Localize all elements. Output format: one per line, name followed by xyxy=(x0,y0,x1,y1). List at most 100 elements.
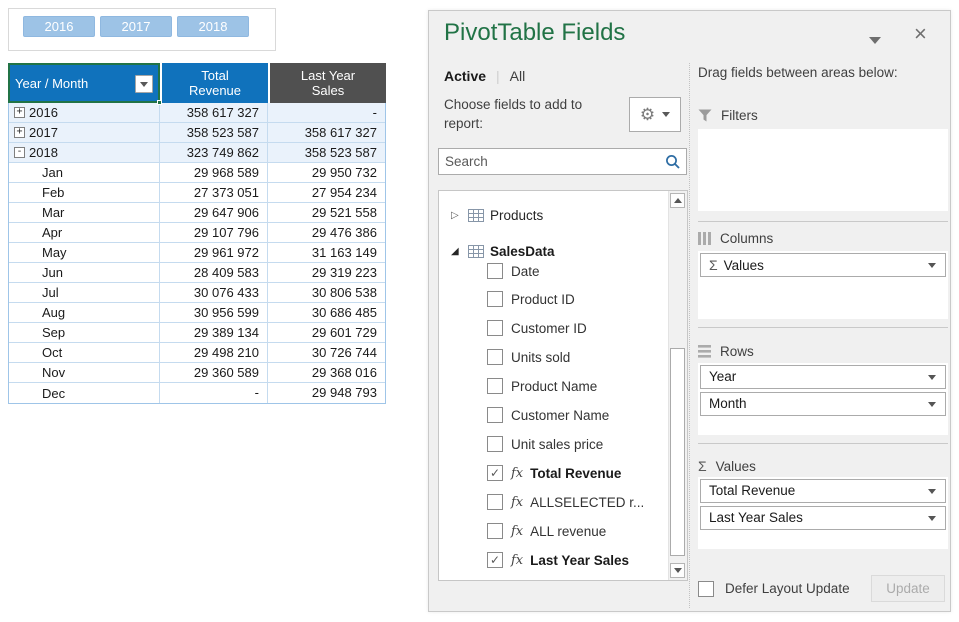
search-input[interactable] xyxy=(439,149,686,174)
total-revenue-header-cell[interactable]: Total Revenue xyxy=(160,63,268,103)
row-label-cell[interactable]: Jul xyxy=(9,283,160,302)
row-label-cell[interactable]: Nov xyxy=(9,363,160,382)
checkbox[interactable] xyxy=(487,436,503,452)
revenue-cell[interactable]: 29 360 589 xyxy=(160,363,268,382)
rows-pill-month[interactable]: Month xyxy=(700,392,946,416)
checkbox[interactable] xyxy=(487,523,503,539)
search-icon[interactable] xyxy=(665,154,681,170)
fill-handle[interactable] xyxy=(157,100,162,105)
values-pill-total-revenue[interactable]: Total Revenue xyxy=(700,479,946,503)
last-year-cell[interactable]: 31 163 149 xyxy=(268,243,385,262)
last-year-cell[interactable]: 29 521 558 xyxy=(268,203,385,222)
last-year-cell[interactable]: 30 686 485 xyxy=(268,303,385,322)
row-label-cell[interactable]: Aug xyxy=(9,303,160,322)
filter-dropdown-button[interactable] xyxy=(135,75,153,93)
field-list-scrollbar[interactable] xyxy=(668,191,687,580)
revenue-cell[interactable]: 30 956 599 xyxy=(160,303,268,322)
field-group-salesdata[interactable]: ◢ SalesData xyxy=(439,240,669,262)
chevron-down-icon[interactable] xyxy=(928,263,936,268)
chevron-down-icon[interactable] xyxy=(928,402,936,407)
filters-drop-area[interactable] xyxy=(698,129,948,211)
field-item-customer-name[interactable]: Customer Name xyxy=(439,404,669,426)
collapse-toggle-icon[interactable]: - xyxy=(14,147,25,158)
values-drop-area[interactable]: Total Revenue Last Year Sales xyxy=(698,477,948,549)
revenue-cell[interactable]: 29 389 134 xyxy=(160,323,268,342)
columns-drop-area[interactable]: ΣValues xyxy=(698,251,948,319)
row-label-cell[interactable]: Dec xyxy=(9,383,160,403)
slicer-button-2016[interactable]: 2016 xyxy=(23,16,95,37)
pane-options-chevron-icon[interactable] xyxy=(869,37,881,44)
revenue-cell[interactable]: 29 647 906 xyxy=(160,203,268,222)
tab-active[interactable]: Active xyxy=(444,68,486,84)
last-year-cell[interactable]: 29 368 016 xyxy=(268,363,385,382)
last-year-sales-header-cell[interactable]: Last Year Sales xyxy=(268,63,386,103)
collapsed-triangle-icon[interactable]: ▷ xyxy=(451,210,461,221)
checkbox[interactable] xyxy=(487,378,503,394)
row-label-cell[interactable]: Mar xyxy=(9,203,160,222)
field-item-product-name[interactable]: Product Name xyxy=(439,375,669,397)
last-year-cell[interactable]: 30 726 744 xyxy=(268,343,385,362)
last-year-cell[interactable]: 27 954 234 xyxy=(268,183,385,202)
field-item-product-id[interactable]: Product ID xyxy=(439,288,669,310)
revenue-cell[interactable]: 29 498 210 xyxy=(160,343,268,362)
field-item-total-revenue[interactable]: ✓fxTotal Revenue xyxy=(439,462,669,484)
revenue-cell[interactable]: 358 617 327 xyxy=(160,103,268,122)
checkbox-checked[interactable]: ✓ xyxy=(487,552,503,568)
row-label-cell[interactable]: Apr xyxy=(9,223,160,242)
row-label-cell[interactable]: Sep xyxy=(9,323,160,342)
values-pill-last-year-sales[interactable]: Last Year Sales xyxy=(700,506,946,530)
scroll-up-button[interactable] xyxy=(670,193,685,208)
rows-drop-area[interactable]: Year Month xyxy=(698,363,948,435)
revenue-cell[interactable]: 27 373 051 xyxy=(160,183,268,202)
expand-toggle-icon[interactable]: + xyxy=(14,127,25,138)
row-label-cell[interactable]: +2017 xyxy=(9,123,160,142)
update-button[interactable]: Update xyxy=(871,575,945,602)
field-item-customer-id[interactable]: Customer ID xyxy=(439,317,669,339)
tools-button[interactable]: ⚙ xyxy=(629,97,681,132)
chevron-down-icon[interactable] xyxy=(928,489,936,494)
revenue-cell[interactable]: 29 107 796 xyxy=(160,223,268,242)
chevron-down-icon[interactable] xyxy=(928,516,936,521)
last-year-cell[interactable]: 29 319 223 xyxy=(268,263,385,282)
last-year-cell[interactable]: - xyxy=(268,103,385,122)
last-year-cell[interactable]: 29 601 729 xyxy=(268,323,385,342)
checkbox[interactable] xyxy=(487,320,503,336)
slicer-button-2018[interactable]: 2018 xyxy=(177,16,249,37)
row-label-cell[interactable]: +2016 xyxy=(9,103,160,122)
row-label-cell[interactable]: Feb xyxy=(9,183,160,202)
expand-toggle-icon[interactable]: + xyxy=(14,107,25,118)
columns-pill-values[interactable]: ΣValues xyxy=(700,253,946,277)
field-item-last-year-sales[interactable]: ✓fxLast Year Sales xyxy=(439,549,669,571)
field-group-products[interactable]: ▷ Products xyxy=(439,204,669,226)
last-year-cell[interactable]: 358 617 327 xyxy=(268,123,385,142)
slicer-button-2017[interactable]: 2017 xyxy=(100,16,172,37)
checkbox[interactable] xyxy=(487,349,503,365)
revenue-cell[interactable]: 358 523 587 xyxy=(160,123,268,142)
defer-layout-checkbox[interactable] xyxy=(698,581,714,597)
checkbox[interactable] xyxy=(487,494,503,510)
revenue-cell[interactable]: 30 076 433 xyxy=(160,283,268,302)
checkbox-checked[interactable]: ✓ xyxy=(487,465,503,481)
row-label-cell[interactable]: May xyxy=(9,243,160,262)
rows-pill-year[interactable]: Year xyxy=(700,365,946,389)
field-item-unit-sales-price[interactable]: Unit sales price xyxy=(439,433,669,455)
last-year-cell[interactable]: 30 806 538 xyxy=(268,283,385,302)
revenue-cell[interactable]: - xyxy=(160,383,268,403)
row-label-cell[interactable]: -2018 xyxy=(9,143,160,162)
field-item-date[interactable]: Date xyxy=(439,260,669,282)
row-label-cell[interactable]: Oct xyxy=(9,343,160,362)
revenue-cell[interactable]: 29 961 972 xyxy=(160,243,268,262)
checkbox[interactable] xyxy=(487,407,503,423)
last-year-cell[interactable]: 29 950 732 xyxy=(268,163,385,182)
field-item-allselected-revenue[interactable]: fxALLSELECTED r... xyxy=(439,491,669,513)
chevron-down-icon[interactable] xyxy=(928,375,936,380)
revenue-cell[interactable]: 28 409 583 xyxy=(160,263,268,282)
last-year-cell[interactable]: 29 948 793 xyxy=(268,383,385,403)
tab-all[interactable]: All xyxy=(510,68,526,84)
field-item-units-sold[interactable]: Units sold xyxy=(439,346,669,368)
row-label-cell[interactable]: Jan xyxy=(9,163,160,182)
close-icon[interactable]: × xyxy=(914,23,927,45)
expanded-triangle-icon[interactable]: ◢ xyxy=(451,246,461,257)
checkbox[interactable] xyxy=(487,291,503,307)
checkbox[interactable] xyxy=(487,263,503,279)
